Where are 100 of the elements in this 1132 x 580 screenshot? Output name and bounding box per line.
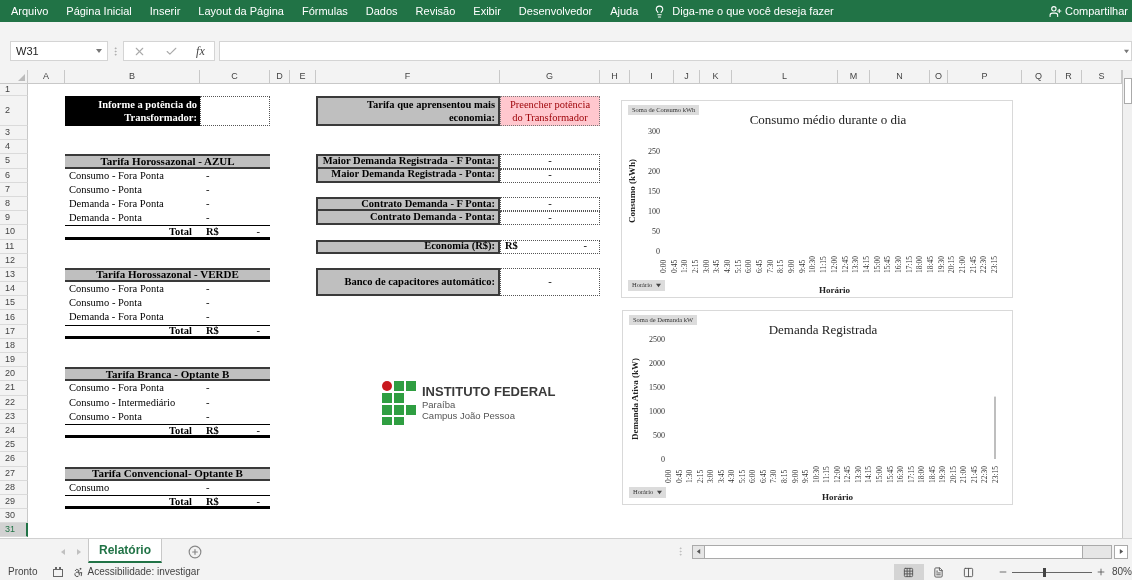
vertical-scrollbar[interactable] <box>1122 70 1132 538</box>
scrollbar-thumb[interactable] <box>1123 78 1132 104</box>
axis-tick-label: 1500 <box>649 383 665 392</box>
entry-cell[interactable] <box>200 96 270 126</box>
left-triangle-icon[interactable] <box>696 549 701 554</box>
scrollbar-thumb[interactable] <box>705 545 1083 558</box>
value-text: - <box>205 196 210 211</box>
dropdown-caret-icon[interactable] <box>96 48 102 54</box>
value-text: - <box>583 241 588 252</box>
row-header[interactable]: 26 <box>0 452 28 467</box>
column-header[interactable]: B <box>65 70 200 84</box>
tell-me-search[interactable]: Diga-me o que você deseja fazer <box>653 0 834 22</box>
ribbon-tab[interactable]: Layout da Página <box>189 0 293 22</box>
zoom-slider[interactable] <box>1012 567 1092 577</box>
row-header[interactable]: 1 <box>0 84 28 96</box>
column-header[interactable]: F <box>316 70 500 84</box>
row-header[interactable]: 15 <box>0 296 28 311</box>
select-all-button[interactable] <box>0 70 28 84</box>
accessibility-icon <box>73 566 85 578</box>
horizontal-scrollbar[interactable] <box>692 544 1112 559</box>
sheet-tab[interactable]: Relatório <box>88 539 162 563</box>
column-header[interactable]: M <box>838 70 870 84</box>
row-header[interactable]: 16 <box>0 310 28 325</box>
row-label: Consumo - Ponta <box>68 409 143 424</box>
axis-tick-label: 150 <box>648 187 660 196</box>
column-header[interactable]: K <box>700 70 732 84</box>
row-header[interactable]: 21 <box>0 381 28 396</box>
total-label: Total <box>169 496 192 508</box>
row-header[interactable]: 4 <box>0 140 28 155</box>
column-header[interactable]: D <box>270 70 290 84</box>
value-text: - <box>205 409 210 424</box>
column-header[interactable]: E <box>290 70 316 84</box>
column-header[interactable]: L <box>732 70 838 84</box>
column-header[interactable]: P <box>948 70 1022 84</box>
name-box[interactable]: W31 <box>10 41 108 61</box>
row-header[interactable]: 14 <box>0 282 28 297</box>
column-header[interactable]: J <box>674 70 700 84</box>
row-header[interactable]: 31 <box>0 523 28 538</box>
right-triangle-icon[interactable] <box>1118 549 1124 554</box>
share-button[interactable]: Compartilhar <box>1049 0 1128 22</box>
row-header[interactable]: 25 <box>0 438 28 453</box>
value-text: - <box>205 182 210 197</box>
expand-caret-icon[interactable] <box>1124 48 1129 54</box>
ribbon-tab[interactable]: Revisão <box>406 0 465 22</box>
ribbon-tab[interactable]: Inserir <box>140 0 190 22</box>
field-label: Contrato Demanda - F Ponta: <box>316 196 500 212</box>
dropdown-caret-icon[interactable] <box>657 490 663 495</box>
ribbon-tab[interactable]: Arquivo <box>2 0 58 22</box>
row-header[interactable]: 19 <box>0 353 28 368</box>
field-label: Maior Demanda Registrada - F Ponta: <box>316 154 500 169</box>
axis-tick-label: 50 <box>652 227 660 236</box>
ribbon-tab[interactable]: Dados <box>356 0 407 22</box>
dropdown-caret-icon[interactable] <box>656 283 662 288</box>
value-text: - <box>256 227 260 238</box>
column-header[interactable]: H <box>600 70 630 84</box>
column-header[interactable]: S <box>1082 70 1122 84</box>
value-text: - <box>548 170 552 181</box>
zoom-in-icon[interactable] <box>1096 567 1106 577</box>
row-header[interactable]: 9 <box>0 211 28 226</box>
chart-title: Demanda Registrada <box>768 322 878 337</box>
value-text: - <box>205 282 210 297</box>
column-header[interactable]: R <box>1056 70 1082 84</box>
value-text: - <box>205 381 210 396</box>
record-macro-icon[interactable] <box>53 567 64 577</box>
row-header[interactable]: 10 <box>0 225 28 240</box>
row-header[interactable]: 30 <box>0 509 28 524</box>
row-label: Consumo - Fora Ponta <box>68 381 165 396</box>
column-header[interactable]: G <box>500 70 600 84</box>
view-button[interactable] <box>894 564 924 580</box>
value-text: - <box>205 211 210 226</box>
value-text: - <box>548 212 552 224</box>
column-header[interactable]: I <box>630 70 674 84</box>
insert-function-button[interactable]: fx <box>196 45 205 57</box>
ribbon-tab[interactable]: Exibir <box>464 0 510 22</box>
row-header[interactable]: 2 <box>0 96 28 126</box>
row-label: Consumo - Ponta <box>68 296 143 311</box>
ribbon-tab[interactable]: Desenvolvedor <box>509 0 602 22</box>
column-header[interactable]: C <box>200 70 270 84</box>
add-sheet-icon[interactable] <box>188 544 202 559</box>
row-label: Demanda - Fora Ponta <box>68 310 165 325</box>
slider-thumb[interactable] <box>1043 567 1046 577</box>
ribbon-tab[interactable]: Fórmulas <box>292 0 357 22</box>
column-header[interactable]: A <box>28 70 65 84</box>
columns-icon <box>963 566 975 578</box>
axis-tick-label: 300 <box>648 127 660 136</box>
field-label: Banco de capacitores automático: <box>316 267 500 297</box>
column-header[interactable]: O <box>930 70 948 84</box>
currency-text: R$ <box>206 326 219 337</box>
accessibility-button[interactable]: Acessibilidade: investigar <box>73 566 200 578</box>
formula-input[interactable] <box>219 41 1132 61</box>
value-text: - <box>256 425 260 437</box>
ribbon-tab[interactable]: Página Inicial <box>57 0 141 22</box>
column-header[interactable]: Q <box>1022 70 1056 84</box>
row-header[interactable]: 3 <box>0 126 28 141</box>
column-header[interactable]: N <box>870 70 930 84</box>
prompt-label: Informe a potência do Transformador: <box>65 96 200 126</box>
row-header[interactable]: 5 <box>0 154 28 169</box>
ribbon-tab[interactable]: Ajuda <box>601 0 648 22</box>
row-header[interactable]: 20 <box>0 367 28 382</box>
user-plus-icon <box>1049 4 1063 18</box>
